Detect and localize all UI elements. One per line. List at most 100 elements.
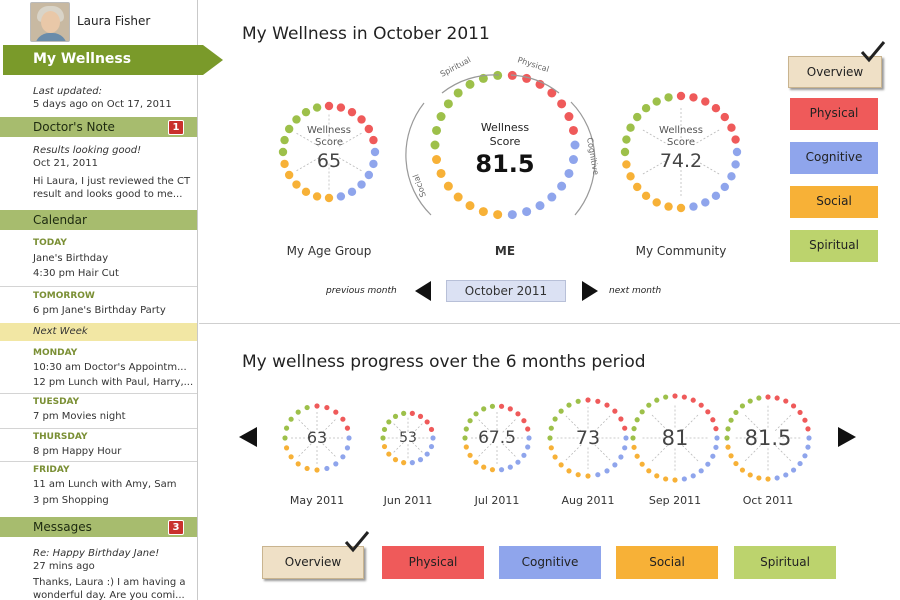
ring-dot — [340, 454, 346, 460]
ring-dot — [547, 435, 553, 441]
progress-score: 81 — [661, 426, 689, 450]
divider — [0, 428, 197, 429]
cal-tuesday-item-1[interactable]: 7 pm Movies night — [33, 411, 126, 422]
ring-dot — [507, 464, 513, 470]
cal-monday-item-2[interactable]: 12 pm Lunch with Paul, Harry,... — [33, 377, 193, 388]
progress-month-label: Oct 2011 — [742, 494, 794, 507]
progress-month-label: Jul 2011 — [474, 494, 520, 507]
spiritual-button-bottom[interactable]: Spiritual — [734, 546, 836, 579]
cal-today-item-2[interactable]: 4:30 pm Hair Cut — [33, 268, 119, 279]
ring-dot — [631, 426, 637, 432]
ring-dot — [481, 464, 487, 470]
ring-dot — [424, 451, 430, 457]
ring-dot — [604, 468, 610, 474]
cal-today-item-1[interactable]: Jane's Birthday — [33, 253, 108, 264]
ring-dot — [473, 459, 479, 465]
ring-dot — [283, 445, 290, 451]
ring-dot — [690, 473, 696, 479]
ring-dot — [698, 468, 704, 474]
ring-dot — [698, 402, 704, 408]
profile-name: Laura Fisher — [77, 14, 151, 28]
ring-dot — [634, 417, 640, 423]
doctors-note-preview[interactable]: Results looking good! Oct 21, 2011 Hi La… — [33, 144, 190, 201]
ring-dot — [314, 403, 320, 409]
ring-dot — [654, 397, 660, 403]
cal-monday-label: MONDAY — [33, 348, 78, 358]
ring-dot — [774, 395, 780, 401]
ring-dot — [802, 417, 808, 423]
ring-dot — [622, 445, 628, 451]
message-line1: Thanks, Laura :) I am having a — [33, 577, 186, 588]
ring-dot — [552, 416, 558, 422]
cal-thursday-item-1[interactable]: 8 pm Happy Hour — [33, 446, 121, 457]
ring-dot — [304, 465, 310, 472]
ring-dot — [631, 444, 637, 450]
doctors-note-header[interactable]: Doctor's Note 1 — [0, 117, 197, 137]
cal-friday-item-2[interactable]: 3 pm Shopping — [33, 495, 109, 506]
ring-dot — [392, 413, 399, 419]
ring-dot — [714, 435, 720, 441]
message-preview[interactable]: Re: Happy Birthday Jane! 27 mins ago Tha… — [33, 547, 186, 600]
ring-dot — [612, 408, 618, 414]
ring-dot — [756, 475, 762, 481]
social-button-bottom[interactable]: Social — [616, 546, 718, 579]
ring-dot — [630, 435, 636, 441]
ring-dot — [467, 418, 473, 424]
messages-header[interactable]: Messages 3 — [0, 517, 197, 537]
ring-dot — [654, 473, 660, 479]
ring-dot — [463, 426, 469, 432]
ring-dot — [507, 406, 513, 412]
ring-dot — [681, 476, 687, 482]
ring-dot — [724, 435, 730, 441]
ring-dot — [498, 403, 505, 409]
nav-my-wellness[interactable]: My Wellness — [3, 45, 223, 75]
ring-dot — [690, 397, 696, 403]
cal-thursday-label: THURSDAY — [33, 432, 88, 442]
ring-dot — [417, 457, 424, 463]
ring-dot — [392, 457, 399, 463]
progress-score: 73 — [575, 427, 601, 449]
cal-today-label: TODAY — [33, 238, 67, 248]
cognitive-button-bottom[interactable]: Cognitive — [499, 546, 601, 579]
cal-tomorrow-item-1[interactable]: 6 pm Jane's Birthday Party — [33, 305, 166, 316]
doctors-note-date: Oct 21, 2011 — [33, 158, 98, 169]
cal-monday-item-1[interactable]: 10:30 am Doctor's Appointm... — [33, 362, 187, 373]
ring-dot — [783, 472, 789, 478]
ring-dot — [401, 410, 407, 416]
ring-dot — [756, 395, 762, 401]
ring-dot — [304, 404, 310, 411]
calendar-title: Calendar — [33, 213, 87, 227]
ring-dot — [634, 453, 640, 459]
ring-dot — [575, 472, 581, 478]
ring-dot — [333, 461, 339, 467]
ring-dot — [747, 472, 753, 478]
ring-dot — [566, 468, 572, 474]
ring-dot — [728, 453, 734, 459]
ring-dot — [558, 462, 564, 468]
last-updated-label: Last updated: — [33, 86, 102, 97]
ring-dot — [790, 403, 797, 409]
ring-dot — [705, 409, 711, 415]
ring-dot — [805, 444, 811, 450]
messages-title: Messages — [33, 520, 92, 534]
progress-score: 63 — [306, 428, 328, 447]
ring-dot — [489, 467, 496, 473]
progress-month-label: May 2011 — [289, 494, 345, 507]
cal-friday-item-1[interactable]: 11 am Lunch with Amy, Sam — [33, 479, 177, 490]
physical-button-bottom[interactable]: Physical — [382, 546, 484, 579]
ring-dot — [333, 409, 339, 415]
ring-dot — [401, 460, 407, 466]
ring-dot — [525, 426, 531, 432]
ring-dot — [797, 409, 803, 416]
avatar[interactable] — [30, 2, 70, 42]
progress-month-label: Jun 2011 — [383, 494, 433, 507]
ring-dot — [409, 460, 415, 466]
ring-dot — [618, 454, 624, 460]
ring-dot — [566, 402, 572, 408]
profile[interactable]: Laura Fisher — [0, 0, 197, 44]
message-line2: wonderful day. Are you comi... — [33, 590, 185, 600]
message-subject: Re: Happy Birthday Jane! — [33, 548, 160, 559]
ring-dot — [725, 426, 731, 432]
ring-dot — [710, 453, 716, 459]
calendar-header[interactable]: Calendar — [0, 210, 197, 230]
